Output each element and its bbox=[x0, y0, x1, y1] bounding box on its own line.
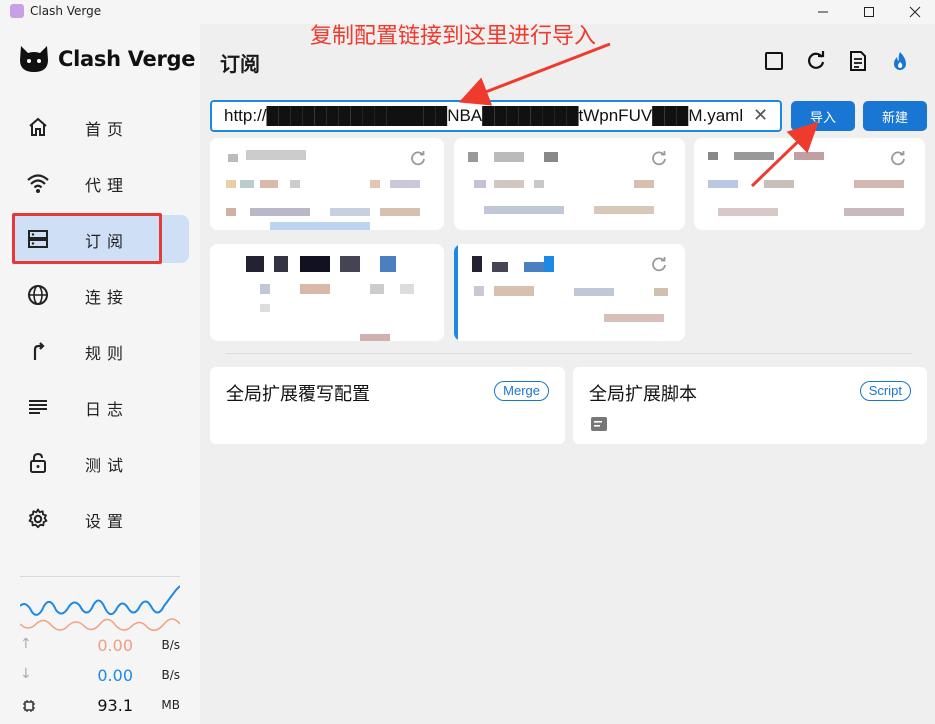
minimize-icon bbox=[818, 11, 828, 13]
maximize-icon bbox=[864, 7, 874, 17]
sidebar-item-label: 规则 bbox=[85, 344, 130, 363]
fire-icon[interactable] bbox=[889, 50, 911, 72]
main-content: 订阅 复制配置链接到这里进行导入 ✕ 导入 新建 bbox=[200, 24, 935, 724]
sidebar-item-label: 设置 bbox=[85, 512, 130, 531]
upload-speed-value: 0.00 bbox=[97, 636, 133, 655]
sidebar: Clash Verge 首页 代理 订阅 连接 规则 日志 测试 设置 ↑ 0.… bbox=[0, 24, 200, 724]
profile-card[interactable] bbox=[210, 138, 444, 230]
script-badge: Script bbox=[859, 381, 911, 401]
sidebar-item-label: 日志 bbox=[85, 400, 130, 419]
download-speed-row: ↓ 0.00 B/s bbox=[20, 666, 180, 686]
sidebar-item-home[interactable]: 首页 bbox=[12, 103, 189, 151]
sidebar-item-label: 代理 bbox=[85, 176, 130, 195]
window-title: Clash Verge bbox=[30, 4, 102, 18]
document-icon[interactable] bbox=[847, 50, 869, 72]
clear-input-icon[interactable]: ✕ bbox=[753, 105, 768, 126]
memory-row: 93.1 MB bbox=[20, 696, 180, 716]
wifi-icon bbox=[27, 174, 49, 193]
sidebar-item-rules[interactable]: 规则 bbox=[12, 327, 189, 375]
annotation-highlight-box bbox=[12, 213, 162, 264]
sidebar-item-proxy[interactable]: 代理 bbox=[12, 159, 189, 207]
gear-icon bbox=[28, 508, 48, 529]
cat-logo-icon bbox=[20, 46, 48, 72]
update-profile-icon[interactable] bbox=[651, 150, 667, 166]
sidebar-item-label: 测试 bbox=[85, 456, 130, 475]
blurred-content bbox=[246, 256, 414, 341]
minimize-button[interactable] bbox=[800, 0, 846, 24]
close-button[interactable] bbox=[892, 0, 935, 24]
new-profile-button[interactable]: 新建 bbox=[863, 101, 927, 131]
script-file-icon bbox=[591, 417, 607, 431]
close-icon bbox=[909, 6, 921, 18]
lock-icon bbox=[30, 452, 46, 473]
import-button[interactable]: 导入 bbox=[791, 101, 855, 131]
update-profile-icon[interactable] bbox=[651, 256, 667, 272]
sidebar-item-label: 首页 bbox=[85, 120, 130, 139]
profile-card[interactable] bbox=[454, 138, 685, 230]
upload-speed-unit: B/s bbox=[161, 638, 180, 652]
merge-card-title: 全局扩展覆写配置 bbox=[226, 384, 370, 405]
annotation-text: 复制配置链接到这里进行导入 bbox=[310, 24, 597, 49]
home-icon bbox=[29, 117, 47, 136]
sidebar-item-connections[interactable]: 连接 bbox=[12, 271, 189, 319]
script-card-title: 全局扩展脚本 bbox=[589, 384, 697, 405]
download-speed-value: 0.00 bbox=[97, 666, 133, 685]
upload-speed-row: ↑ 0.00 B/s bbox=[20, 636, 180, 656]
blurred-content bbox=[226, 150, 420, 230]
sidebar-item-test[interactable]: 测试 bbox=[12, 439, 189, 487]
merge-badge: Merge bbox=[494, 381, 549, 401]
profile-card[interactable] bbox=[210, 244, 444, 341]
app-logo: Clash Verge bbox=[18, 44, 196, 74]
profile-card[interactable] bbox=[694, 138, 925, 230]
memory-value: 93.1 bbox=[97, 696, 133, 715]
sidebar-item-settings[interactable]: 设置 bbox=[12, 495, 189, 543]
sidebar-item-logs[interactable]: 日志 bbox=[12, 383, 189, 431]
update-profile-icon[interactable] bbox=[890, 150, 906, 166]
update-profile-icon[interactable] bbox=[410, 150, 426, 166]
globe-icon bbox=[28, 285, 48, 305]
refresh-icon[interactable] bbox=[805, 50, 827, 72]
fork-arrow-icon bbox=[33, 342, 45, 360]
page-title: 订阅 bbox=[220, 52, 260, 76]
memory-unit: MB bbox=[161, 698, 180, 712]
select-all-icon[interactable] bbox=[763, 50, 785, 72]
subscription-url-input[interactable] bbox=[210, 100, 782, 132]
app-name: Clash Verge bbox=[58, 47, 196, 71]
download-speed-unit: B/s bbox=[161, 668, 180, 682]
section-divider bbox=[226, 353, 912, 354]
global-script-card[interactable]: 全局扩展脚本 Script bbox=[573, 367, 927, 444]
traffic-graph bbox=[20, 585, 180, 631]
maximize-button[interactable] bbox=[846, 0, 892, 24]
app-icon bbox=[10, 4, 24, 18]
profile-card-selected[interactable] bbox=[454, 244, 685, 341]
traffic-divider bbox=[20, 576, 180, 577]
sidebar-item-label: 连接 bbox=[85, 288, 130, 307]
lines-icon bbox=[29, 400, 47, 414]
global-merge-card[interactable]: 全局扩展覆写配置 Merge bbox=[210, 367, 565, 444]
